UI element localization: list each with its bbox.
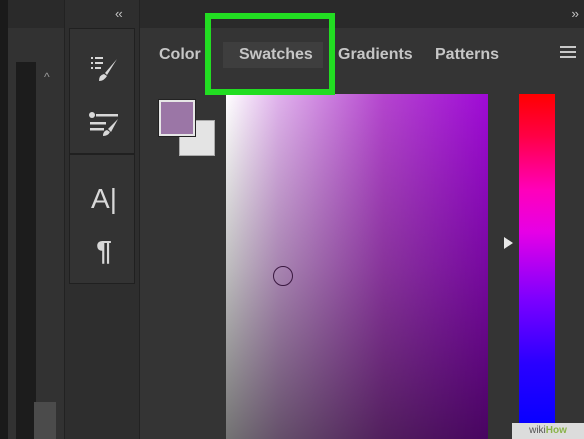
- tab-patterns[interactable]: Patterns: [435, 42, 515, 68]
- brush-settings-icon: [91, 57, 117, 81]
- brush-presets-icon: [89, 112, 118, 136]
- foreground-color-swatch[interactable]: [158, 99, 196, 137]
- color-field[interactable]: [226, 94, 488, 439]
- dock-panel-header: [8, 0, 64, 28]
- dock-panel-content: [16, 62, 36, 439]
- tab-highlight-box: [205, 13, 335, 95]
- paragraph-tool[interactable]: ¶: [82, 233, 126, 269]
- character-tool[interactable]: A|: [82, 181, 126, 217]
- left-edge: [0, 0, 8, 439]
- watermark: wikiHow: [512, 423, 584, 439]
- color-picker-cursor[interactable]: [273, 266, 293, 286]
- watermark-text-b: How: [545, 425, 567, 436]
- brush-presets-tool[interactable]: [82, 105, 126, 141]
- tools-panel: ‹‹ A| ¶: [64, 0, 140, 439]
- brush-settings-tool[interactable]: [82, 51, 126, 87]
- collapse-panels-button[interactable]: ‹‹: [115, 6, 123, 21]
- expand-panels-button[interactable]: ››: [571, 6, 579, 21]
- dock-panel: ^: [8, 0, 64, 439]
- tool-group-brushes: [69, 28, 135, 154]
- panel-menu-icon[interactable]: [560, 46, 576, 61]
- watermark-text-a: wiki: [529, 425, 546, 436]
- hue-slider-handle[interactable]: [504, 237, 513, 249]
- tab-gradients[interactable]: Gradients: [338, 42, 420, 68]
- scroll-up-icon[interactable]: ^: [44, 70, 50, 84]
- tab-color[interactable]: Color: [159, 42, 207, 68]
- hue-slider[interactable]: [519, 94, 555, 439]
- tool-group-type: A| ¶: [69, 154, 135, 284]
- scrollbar-thumb[interactable]: [34, 402, 56, 439]
